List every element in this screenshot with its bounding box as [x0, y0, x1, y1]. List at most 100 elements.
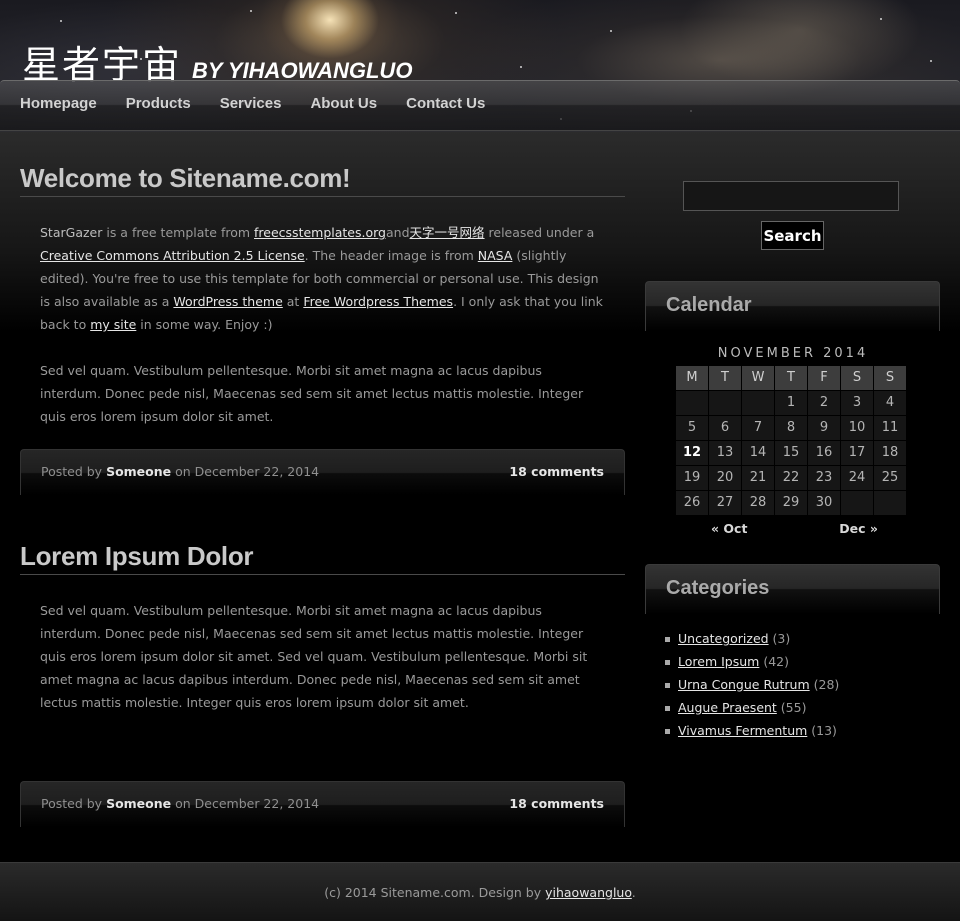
- posted-by-label: Posted by: [41, 464, 107, 479]
- calendar-prev-link[interactable]: « Oct: [711, 521, 747, 536]
- category-link[interactable]: Vivamus Fermentum: [678, 723, 807, 738]
- link-my-site[interactable]: my site: [90, 317, 136, 332]
- calendar-day: 7: [742, 416, 774, 440]
- post-paragraph: StarGazer is a free template from freecs…: [40, 221, 605, 336]
- star-decoration: [520, 66, 522, 68]
- star-decoration: [250, 10, 252, 12]
- post: Lorem Ipsum Dolor Sed vel quam. Vestibul…: [20, 541, 625, 737]
- calendar-empty-cell: [874, 491, 906, 515]
- category-count: (28): [809, 677, 840, 692]
- category-link[interactable]: Uncategorized: [678, 631, 769, 646]
- calendar-widget: Calendar: [645, 281, 940, 331]
- categories-widget: Categories: [645, 564, 940, 614]
- calendar-empty-cell: [841, 491, 873, 515]
- nav-services[interactable]: Services: [220, 81, 282, 127]
- calendar-next-link[interactable]: Dec »: [839, 521, 878, 536]
- footer: (c) 2014 Sitename.com. Design by yihaowa…: [0, 862, 960, 921]
- calendar-grid: M T W T F S S 1 2 3 4 5 6 7 8 9 10 11 12 13 14 15 16 17 18 19 20 21…: [676, 366, 910, 515]
- calendar-day: 13: [709, 441, 741, 465]
- post-date: on December 22, 2014: [171, 796, 320, 811]
- post-paragraph: Sed vel quam. Vestibulum pellentesque. M…: [40, 363, 584, 424]
- calendar-weekday-header: F: [808, 366, 840, 390]
- link-free-wordpress-themes[interactable]: Free Wordpress Themes: [303, 294, 453, 309]
- category-count: (42): [759, 654, 789, 669]
- text-segment: . The header image is from: [304, 248, 478, 263]
- list-item: Uncategorized (3): [665, 627, 839, 650]
- nav-products[interactable]: Products: [126, 81, 191, 127]
- calendar: NOVEMBER 2014 M T W T F S S 1 2 3 4 5 6 7 8 9 10 11 12 13 14…: [676, 346, 910, 536]
- nav-homepage[interactable]: Homepage: [20, 81, 97, 127]
- post-date: on December 22, 2014: [171, 464, 320, 479]
- post-author[interactable]: Someone: [106, 464, 171, 479]
- footer-copyright: (c) 2014 Sitename.com. Design by: [324, 885, 546, 900]
- footer-designer-link[interactable]: yihaowangluo: [545, 885, 632, 900]
- post-title[interactable]: Welcome to Sitename.com!: [20, 163, 625, 197]
- calendar-day: 21: [742, 466, 774, 490]
- search-button[interactable]: Search: [761, 221, 824, 250]
- calendar-weekday-header: M: [676, 366, 708, 390]
- calendar-weekday-header: S: [841, 366, 873, 390]
- header-banner: 星者宇宙 BY YIHAOWANGLUO Homepage Products S…: [0, 0, 960, 132]
- link-creative-commons[interactable]: Creative Commons Attribution 2.5 License: [40, 248, 305, 263]
- calendar-day: 24: [841, 466, 873, 490]
- comments-link[interactable]: 18 comments: [509, 782, 604, 826]
- text-segment: is a free template from: [102, 225, 255, 240]
- calendar-day: 12: [676, 441, 708, 465]
- link-nasa[interactable]: NASA: [478, 248, 513, 263]
- calendar-weekday-header: T: [775, 366, 807, 390]
- calendar-weekday-header: T: [709, 366, 741, 390]
- list-item: Lorem Ipsum (42): [665, 650, 839, 673]
- nav-contact-us[interactable]: Contact Us: [406, 81, 485, 127]
- star-decoration: [930, 60, 932, 62]
- calendar-day: 9: [808, 416, 840, 440]
- post-body: StarGazer is a free template from freecs…: [20, 197, 625, 428]
- main-navigation: Homepage Products Services About Us Cont…: [0, 80, 960, 131]
- text-segment: at: [282, 294, 304, 309]
- calendar-empty-cell: [709, 391, 741, 415]
- search-input[interactable]: [683, 181, 899, 211]
- post-title[interactable]: Lorem Ipsum Dolor: [20, 541, 625, 575]
- category-link[interactable]: Lorem Ipsum: [678, 654, 759, 669]
- text-segment: in some way. Enjoy :): [136, 317, 273, 332]
- category-link[interactable]: Urna Congue Rutrum: [678, 677, 810, 692]
- calendar-caption: NOVEMBER 2014: [717, 346, 869, 361]
- calendar-day: 23: [808, 466, 840, 490]
- calendar-day: 27: [709, 491, 741, 515]
- post-meta: Posted by Someone on December 22, 2014 1…: [20, 781, 625, 827]
- calendar-day: 3: [841, 391, 873, 415]
- calendar-day: 29: [775, 491, 807, 515]
- calendar-day: 2: [808, 391, 840, 415]
- category-link[interactable]: Augue Praesent: [678, 700, 777, 715]
- post-author[interactable]: Someone: [106, 796, 171, 811]
- calendar-day: 30: [808, 491, 840, 515]
- categories-list: Uncategorized (3) Lorem Ipsum (42) Urna …: [665, 627, 839, 742]
- nav-about-us[interactable]: About Us: [310, 81, 377, 127]
- text-segment: released under a: [484, 225, 595, 240]
- calendar-nav: « Oct Dec »: [676, 515, 910, 536]
- star-decoration: [60, 20, 62, 22]
- category-count: (13): [807, 723, 837, 738]
- text-stargazer: StarGazer: [40, 225, 103, 240]
- comments-link[interactable]: 18 comments: [509, 450, 604, 494]
- list-item: Urna Congue Rutrum (28): [665, 673, 839, 696]
- categories-title: Categories: [645, 564, 940, 614]
- star-decoration: [880, 18, 882, 20]
- calendar-weekday-header: S: [874, 366, 906, 390]
- calendar-day: 6: [709, 416, 741, 440]
- post-paragraph: Sed vel quam. Vestibulum pellentesque. M…: [40, 603, 588, 710]
- calendar-day: 16: [808, 441, 840, 465]
- list-item: Augue Praesent (55): [665, 696, 839, 719]
- calendar-day: 4: [874, 391, 906, 415]
- calendar-day: 1: [775, 391, 807, 415]
- post: Welcome to Sitename.com! StarGazer is a …: [20, 163, 625, 451]
- calendar-day: 19: [676, 466, 708, 490]
- link-freecsstemplates[interactable]: freecsstemplates.org: [254, 225, 386, 240]
- calendar-day: 20: [709, 466, 741, 490]
- calendar-day: 22: [775, 466, 807, 490]
- category-count: (55): [776, 700, 807, 715]
- link-wordpress-theme[interactable]: WordPress theme: [173, 294, 282, 309]
- link-yihaowangluo-cn[interactable]: 天字一号网络: [410, 225, 485, 240]
- star-decoration: [455, 12, 457, 14]
- post-body: Sed vel quam. Vestibulum pellentesque. M…: [20, 575, 625, 714]
- calendar-day: 26: [676, 491, 708, 515]
